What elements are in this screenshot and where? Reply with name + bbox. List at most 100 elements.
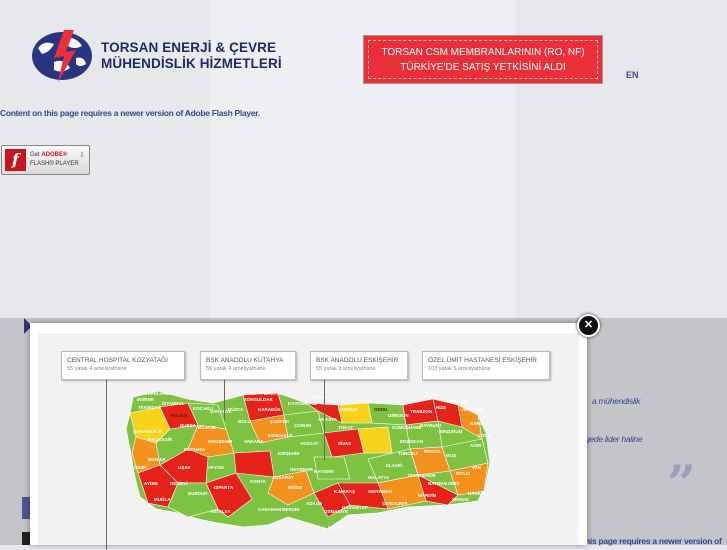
map-label-eskisehir: ESKİŞEHİR: [208, 438, 233, 444]
announcement-banner[interactable]: TORSAN CSM MEMBRANLARININ (RO, NF) TÜRKİ…: [363, 35, 603, 84]
company-name-line2: MÜHENDİSLİK HİZMETLERİ: [101, 56, 282, 71]
flash-btn-get: Get ADOBE®: [30, 152, 68, 158]
map-label-corum: ÇORUM: [294, 423, 311, 428]
hospital-detail-3: 55 yatak 3 ameliyathane: [316, 366, 376, 372]
map-label-kirikkale: KIRIKKALE: [268, 433, 293, 438]
map-label-isparta: ISPARTA: [214, 485, 234, 490]
hospital-pointer-2: [224, 380, 225, 420]
map-label-batman: BATMAN: [428, 481, 447, 486]
map-label-kayseri: KAYSERİ: [314, 468, 334, 474]
flash-btn-player: FLASH® PLAYER: [30, 161, 79, 167]
map-label-mugla: MUĞLA: [154, 495, 171, 502]
map-label-kastamonu: KASTAMONU: [288, 401, 317, 406]
hospital-pointer-1: [106, 380, 107, 550]
map-label-erzurum: ERZURUM: [440, 429, 463, 434]
map-label-sinop: SİNOP: [310, 394, 324, 400]
bg-snippet-1: a mühendislik: [592, 396, 641, 406]
map-label-duzce: DÜZCE: [228, 406, 244, 412]
map-label-kars: KARS: [470, 421, 483, 426]
map-label-sanliurfa: ŞANLIURFA: [382, 501, 409, 506]
map-label-yozgat: YOZGAT: [300, 441, 319, 446]
map-label-sirnak: ŞIRNAK: [452, 497, 470, 502]
hospital-detail-2: 55 yatak 4 ameliyathane: [206, 366, 266, 372]
map-label-tokat: TOKAT: [338, 425, 353, 430]
bg-snippet-2: gede lider haline: [585, 434, 643, 444]
banner-frame: TORSAN CSM MEMBRANLARININ (RO, NF) TÜRKİ…: [368, 40, 598, 79]
quote-icon: „: [668, 425, 697, 484]
map-label-adana: ADANA: [306, 501, 323, 506]
language-switch-en[interactable]: EN: [626, 70, 639, 80]
map-label-manisa: MANİSA: [148, 456, 166, 462]
hospital-card-2[interactable]: BSK ANADOLU KÜTAHYA 55 yatak 4 ameliyath…: [200, 351, 296, 380]
map-label-ardahan: ARDAHAN: [462, 407, 485, 412]
map-label-yalova: YALOVA: [170, 413, 189, 418]
map-label-ankara: ANKARA: [244, 439, 264, 444]
map-label-denizli: DENİZLİ: [170, 480, 188, 486]
map-label-gumushane: GÜMÜŞHANE: [392, 424, 422, 430]
map-label-elazig: ELAZIĞ: [386, 461, 403, 468]
map-label-zonguldak: ZONGULDAK: [244, 397, 273, 402]
map-label-samsun: SAMSUN: [338, 407, 358, 412]
map-label-izmir: İZMİR: [134, 464, 147, 470]
hospital-name-2: BSK ANADOLU KÜTAHYA: [206, 357, 284, 364]
map-label-rize: RİZE: [436, 404, 446, 410]
hospital-card-3[interactable]: BSK ANADOLU ESKİŞEHİR 55 yatak 3 ameliya…: [310, 351, 408, 380]
map-label-canakkale: ÇANAKKALE: [133, 429, 162, 434]
map-label-mersin: MERSİN: [282, 506, 300, 512]
map-label-tekirdag: TEKİRDAĞ: [138, 403, 162, 410]
map-label-hatay: HATAY: [328, 525, 342, 530]
map-label-karabuk: KARABÜK: [258, 406, 281, 412]
get-flash-player-button[interactable]: f Get ADOBE® FLASH® PLAYER ⇩: [1, 145, 90, 175]
map-label-erzincan: ERZİNCAN: [400, 438, 423, 444]
map-label-sivas: SİVAS: [338, 440, 351, 446]
map-label-bursa: BURSA: [180, 423, 197, 428]
map-label-bingol: BİNGÖL: [424, 448, 442, 454]
map-label-kilis: KİLİS: [350, 514, 362, 520]
map-label-tunceli: TUNCELİ: [398, 450, 418, 456]
flash-required-message: Content on this page requires a newer ve…: [0, 108, 260, 118]
map-label-kirsehir: KIRŞEHİR: [278, 450, 300, 456]
map-label-aydin: AYDIN: [144, 481, 158, 486]
map-label-hakkari: HAKKARİ: [468, 490, 489, 496]
map-label-osmaniye: OSMANİYE: [324, 508, 348, 514]
map-label-nevsehir: NEVŞEHİR: [290, 466, 314, 472]
map-label-kirklareli: KIRKLARELİ: [146, 390, 173, 396]
map-label-konya: KONYA: [250, 479, 267, 484]
hospital-card-4[interactable]: ÖZEL ÜMİT HASTANESİ ESKİŞEHİR 103 yatak …: [422, 351, 550, 380]
hospital-detail-4: 103 yatak 5 ameliyathane: [428, 366, 491, 372]
map-label-kutahya: KÜTAHYA: [184, 446, 206, 452]
map-lightbox: EDİRNE KIRKLARELİ TEKİRDAĞ İSTANBUL ÇANA…: [30, 323, 587, 550]
map-label-istanbul: İSTANBUL: [162, 400, 185, 406]
map-label-diyarbakir: DİYARBAKIR: [408, 472, 437, 478]
map-label-mus: MUŞ: [446, 453, 456, 458]
map-label-giresun: GİRESUN: [388, 412, 409, 418]
hospital-pointer-3: [324, 380, 325, 460]
map-label-bilecik: BİLECİK: [198, 424, 217, 430]
map-label-nigde: NİĞDE: [288, 483, 302, 490]
map-label-bayburt: BAYBURT: [420, 423, 442, 428]
banner-line2: TÜRKİYE'DE SATIŞ YETKİSİNİ ALDI: [400, 62, 566, 73]
turkey-map-image: EDİRNE KIRKLARELİ TEKİRDAĞ İSTANBUL ÇANA…: [38, 333, 579, 550]
map-label-afyon: AFYON: [208, 465, 224, 470]
flash-icon: f: [5, 149, 26, 171]
map-label-trabzon: TRABZON: [410, 409, 432, 414]
hospital-detail-1: 55 yatak 4 ameliyathane: [67, 366, 127, 372]
divider: [588, 483, 718, 484]
map-label-igdir: IĞDIR: [478, 431, 491, 438]
map-label-bitlis: BİTLİS: [456, 470, 470, 476]
hospital-name-1: CENTRAL HOSPITAL KOZYATAĞI: [67, 357, 168, 364]
download-arrow-icon: ⇩: [79, 152, 85, 159]
hospital-card-1[interactable]: CENTRAL HOSPITAL KOZYATAĞI 55 yatak 4 am…: [61, 351, 185, 380]
map-label-artvin: ARTVİN: [450, 398, 467, 404]
map-label-amasya: AMASYA: [318, 417, 338, 422]
banner-line1: TORSAN CSM MEMBRANLARININ (RO, NF): [381, 47, 585, 58]
map-label-bolu: BOLU: [238, 419, 251, 424]
map-label-ordu: ORDU: [374, 407, 387, 412]
close-icon[interactable]: ✕: [577, 314, 600, 337]
map-label-malatya: MALATYA: [368, 475, 390, 480]
bg-block: [22, 497, 30, 519]
map-label-bartin: BARTIN: [264, 391, 281, 396]
map-label-van: VAN: [472, 465, 481, 470]
map-label-balikesir: BALIKESİR: [148, 436, 173, 442]
map-label-usak: UŞAK: [178, 465, 192, 470]
